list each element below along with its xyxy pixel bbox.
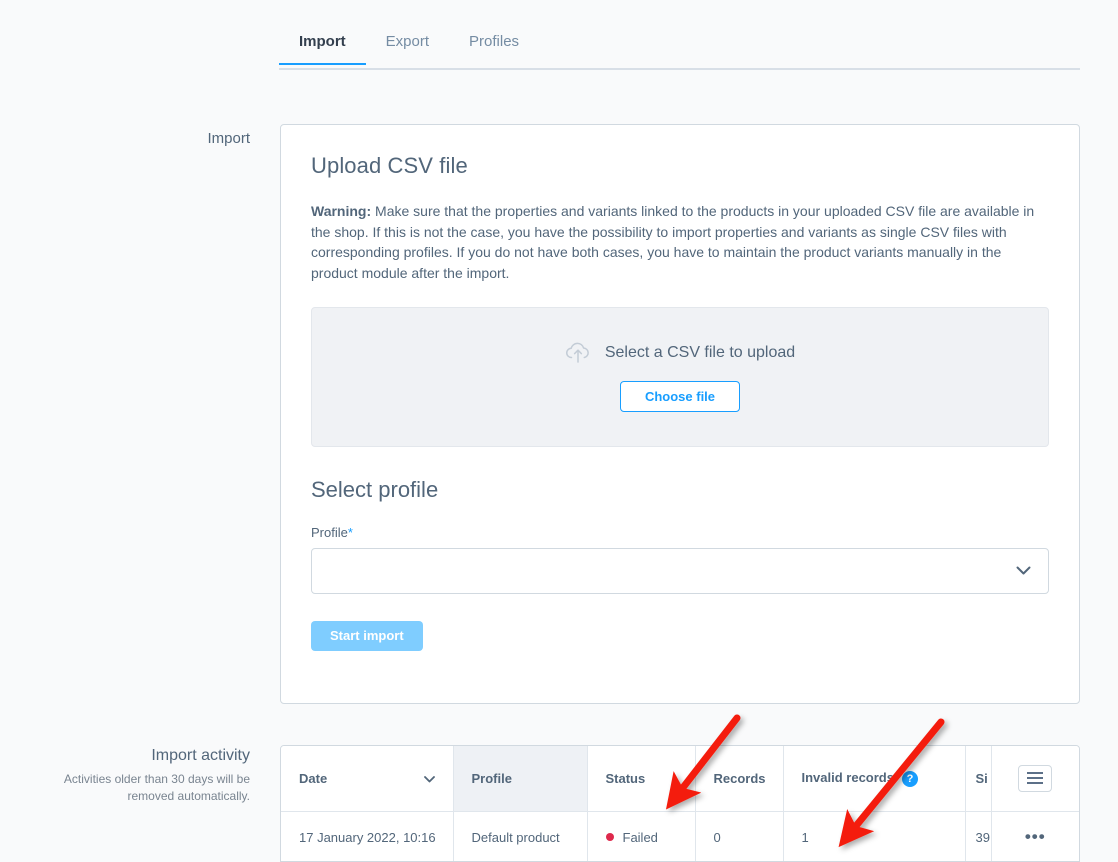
profile-select-wrapper — [311, 548, 1049, 594]
section-label-import-activity: Import activity Activities older than 30… — [20, 747, 250, 805]
start-import-button[interactable]: Start import — [311, 621, 423, 651]
row-actions-ellipsis-icon[interactable]: ••• — [991, 811, 1079, 861]
cloud-upload-icon — [565, 342, 591, 364]
cell-profile: Default product — [453, 811, 588, 861]
column-header-invalid-records[interactable]: Invalid records? — [783, 746, 966, 812]
cell-invalid-records: 1 — [783, 811, 966, 861]
profile-field-label: Profile* — [311, 525, 1049, 540]
tab-export[interactable]: Export — [366, 32, 449, 63]
cell-records: 0 — [695, 811, 784, 861]
profile-select[interactable] — [311, 548, 1049, 594]
import-activity-title: Import activity — [151, 747, 250, 764]
tab-profiles[interactable]: Profiles — [449, 32, 539, 63]
tab-import[interactable]: Import — [279, 32, 366, 65]
cell-size: 39 — [965, 811, 992, 861]
cell-status: Failed — [587, 811, 696, 861]
card-title: Upload CSV file — [311, 153, 468, 178]
choose-file-button[interactable]: Choose file — [619, 381, 741, 412]
select-profile-title: Select profile — [311, 477, 439, 502]
table-header-row: Date Profile Status Records Invalid reco — [281, 746, 1079, 812]
dropzone-label: Select a CSV file to upload — [604, 344, 796, 361]
import-export-page: Import Export Profiles Import Upload CSV… — [0, 0, 1118, 862]
import-activity-subtitle: Activities older than 30 days will be re… — [63, 772, 250, 803]
column-header-size[interactable]: Si — [965, 746, 992, 812]
hamburger-menu-icon[interactable] — [1018, 764, 1053, 792]
profile-label-text: Profile — [311, 525, 348, 540]
question-mark-icon[interactable]: ? — [901, 770, 918, 787]
column-header-date[interactable]: Date — [281, 746, 454, 812]
upload-csv-card: Upload CSV file Warning: Make sure that … — [280, 124, 1080, 704]
chevron-down-icon[interactable] — [423, 771, 435, 786]
required-marker: * — [347, 525, 353, 540]
column-header-date-label: Date — [299, 770, 328, 786]
column-header-invalid-records-label: Invalid records — [801, 769, 894, 785]
warning-text: Warning: Make sure that the properties a… — [311, 201, 1049, 283]
column-header-profile[interactable]: Profile — [453, 746, 588, 812]
warning-prefix: Warning: — [311, 203, 372, 219]
warning-body: Make sure that the properties and varian… — [311, 203, 1035, 281]
column-header-records[interactable]: Records — [695, 746, 784, 812]
column-header-status[interactable]: Status — [587, 746, 696, 812]
column-header-actions — [991, 746, 1079, 812]
section-label-import: Import — [207, 130, 250, 147]
status-dot-failed — [605, 832, 614, 841]
dropzone-prompt: Select a CSV file to upload — [565, 342, 795, 364]
table-row[interactable]: 17 January 2022, 10:16 Default product F… — [281, 811, 1079, 861]
tab-bar: Import Export Profiles — [279, 32, 1080, 70]
status-badge: Failed — [622, 829, 658, 845]
file-dropzone[interactable]: Select a CSV file to upload Choose file — [311, 307, 1049, 447]
cell-date: 17 January 2022, 10:16 — [281, 811, 454, 861]
import-activity-table: Date Profile Status Records Invalid reco — [280, 745, 1080, 862]
